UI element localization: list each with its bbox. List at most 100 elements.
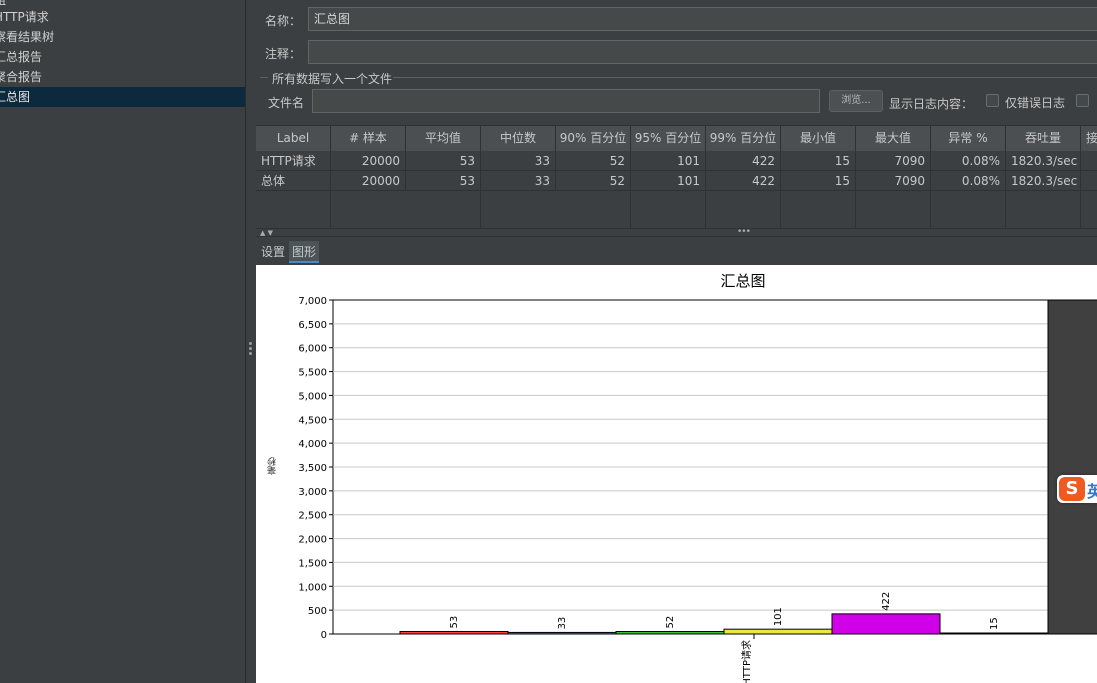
col-header-received[interactable]: 接 xyxy=(1081,126,1097,151)
bar xyxy=(507,631,617,635)
grid-line xyxy=(1005,171,1006,229)
log-content-label: 显示日志内容： xyxy=(889,97,974,111)
tab-settings[interactable]: 设置 xyxy=(258,241,288,263)
table-cell: 52 xyxy=(556,151,631,171)
table-cell: 总体 xyxy=(256,171,331,191)
fieldset-border xyxy=(393,77,1097,78)
col-header-error-pct[interactable]: 异常 % xyxy=(931,126,1006,151)
y-tick-label: 1,500 xyxy=(298,558,327,569)
grid-line xyxy=(780,171,781,229)
y-tick-label: 6,000 xyxy=(298,344,327,355)
grid-line xyxy=(855,171,856,229)
tree-item-aggregate-report[interactable]: 聚合报告 xyxy=(0,67,245,87)
grid-line xyxy=(630,171,631,229)
table-cell: HTTP请求 xyxy=(256,151,331,171)
tree-item-summary-report[interactable]: 汇总报告 xyxy=(0,47,245,67)
table-cell: 1820.3/sec xyxy=(1006,171,1081,191)
table-row[interactable]: 总体 20000 53 33 52 101 422 15 7090 0.08% … xyxy=(256,171,1097,191)
table-header: Label # 样本 平均值 中位数 90% 百分位 95% 百分位 99% 百… xyxy=(256,126,1097,151)
col-header-90pct[interactable]: 90% 百分位 xyxy=(556,126,631,151)
tree-item-aggregate-graph[interactable]: 汇总图 xyxy=(0,87,245,107)
bar xyxy=(615,631,725,635)
table-cell: 101 xyxy=(631,151,706,171)
table-cell: 53 xyxy=(406,151,481,171)
bar xyxy=(1047,299,1097,635)
fieldset-border xyxy=(260,77,268,78)
col-header-99pct[interactable]: 99% 百分位 xyxy=(706,126,781,151)
test-plan-tree: 组 HTTP请求 察看结果树 汇总报告 聚合报告 汇总图 xyxy=(0,0,245,683)
y-tick-label: 5,000 xyxy=(298,391,327,402)
grid-line xyxy=(930,171,931,229)
bar xyxy=(399,630,509,635)
tab-graph[interactable]: 图形 xyxy=(289,241,320,263)
y-tick-label: 7,000 xyxy=(298,296,327,307)
bar xyxy=(939,632,1049,635)
table-cell: 422 xyxy=(706,151,781,171)
y-tick-label: 1,000 xyxy=(298,582,327,593)
sogou-logo-icon: S xyxy=(1059,477,1085,501)
filename-label: 文件名 xyxy=(268,96,305,110)
browse-button[interactable]: 浏览... xyxy=(829,90,883,112)
table-cell: 7090 xyxy=(856,171,931,191)
sogou-ime-badge[interactable]: S 英 xyxy=(1057,475,1097,503)
bar-value-label: 52 xyxy=(665,616,676,629)
table-cell: 0.08% xyxy=(931,171,1006,191)
table-cell: 7090 xyxy=(856,151,931,171)
table-cell: 15 xyxy=(781,171,856,191)
table-cell: 1820.3/sec xyxy=(1006,151,1081,171)
table-cell: 33 xyxy=(481,171,556,191)
x-category-label: HTTP请求 xyxy=(740,640,753,683)
split-pane-divider[interactable] xyxy=(245,0,255,683)
col-header-average[interactable]: 平均值 xyxy=(406,126,481,151)
grid-line xyxy=(480,171,481,229)
bar-value-label: 101 xyxy=(773,607,784,626)
table-cell: 33 xyxy=(481,151,556,171)
y-tick-label: 3,500 xyxy=(298,463,327,474)
table-row[interactable]: HTTP请求 20000 53 33 52 101 422 15 7090 0.… xyxy=(256,151,1097,171)
table-cell: 0.08% xyxy=(931,151,1006,171)
tree-item-view-results-tree[interactable]: 察看结果树 xyxy=(0,27,245,47)
table-chart-divider[interactable]: ▲ ▼ ••• xyxy=(256,228,1097,237)
errors-only-label: 仅错误日志 xyxy=(1005,96,1066,110)
col-header-median[interactable]: 中位数 xyxy=(481,126,556,151)
errors-only-checkbox[interactable] xyxy=(986,94,999,107)
aggregate-chart: 汇总图 毫秒 0 500 1,000 1,500 2,000 2,500 3,000 3,50… xyxy=(256,265,1097,683)
bar xyxy=(723,628,833,635)
table-cell: 20000 xyxy=(331,151,406,171)
table-cell: 15 xyxy=(781,151,856,171)
drag-dots-icon: ••• xyxy=(737,227,751,237)
comment-label: 注释： xyxy=(265,47,302,61)
col-header-95pct[interactable]: 95% 百分位 xyxy=(631,126,706,151)
chart-svg: 0 500 1,000 1,500 2,000 2,500 3,000 3,500 4,000 4… xyxy=(298,296,1097,683)
table-cell: 20000 xyxy=(331,171,406,191)
y-tick-label: 5,500 xyxy=(298,368,327,379)
filename-field[interactable] xyxy=(312,89,820,113)
name-field[interactable]: 汇总图 xyxy=(308,7,1097,31)
grid-line xyxy=(330,171,331,229)
table-cell: 101 xyxy=(631,171,706,191)
col-header-max[interactable]: 最大值 xyxy=(856,126,931,151)
grip-dots-icon xyxy=(249,342,252,356)
table-cell: 422 xyxy=(706,171,781,191)
successes-only-checkbox[interactable] xyxy=(1076,94,1089,107)
bar-value-label: 33 xyxy=(557,617,568,630)
table-cell: 52 xyxy=(556,171,631,191)
bar xyxy=(831,613,941,635)
col-header-min[interactable]: 最小值 xyxy=(781,126,856,151)
y-tick-label: 2,500 xyxy=(298,511,327,522)
tree-item-http-request[interactable]: HTTP请求 xyxy=(0,7,245,27)
y-tick-label: 4,500 xyxy=(298,415,327,426)
collapse-arrows-icon[interactable]: ▲ ▼ xyxy=(260,229,273,238)
table-cell: 53 xyxy=(406,171,481,191)
sogou-badge-fragment: 英 xyxy=(1087,482,1097,501)
results-table: Label # 样本 平均值 中位数 90% 百分位 95% 百分位 99% 百… xyxy=(256,125,1097,229)
y-tick-label: 3,000 xyxy=(298,487,327,498)
col-header-throughput[interactable]: 吞吐量 xyxy=(1006,126,1081,151)
col-header-label[interactable]: Label xyxy=(256,126,331,151)
col-header-samples[interactable]: # 样本 xyxy=(331,126,406,151)
y-tick-label: 0 xyxy=(321,630,327,641)
bar-value-label: 15 xyxy=(989,617,1000,630)
y-tick-label: 4,000 xyxy=(298,439,327,450)
fieldset-title: 所有数据写入一个文件 xyxy=(272,72,393,86)
comment-field[interactable] xyxy=(308,40,1097,64)
